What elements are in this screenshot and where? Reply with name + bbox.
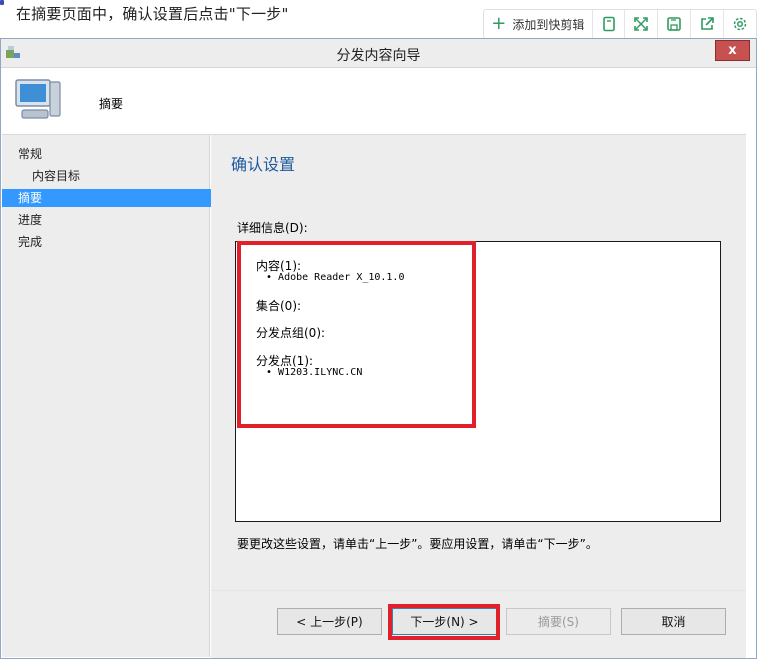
corner-marker [0,0,4,5]
hint-text: 要更改这些设置，请单击“上一步”。要应用设置，请单击“下一步”。 [237,537,598,551]
instruction-caption: 在摘要页面中，确认设置后点击"下一步" [16,5,289,23]
save-icon [667,17,682,31]
summary-button[interactable]: 摘要(S) [506,608,611,635]
cancel-button[interactable]: 取消 [621,608,726,635]
wizard-content: 确认设置 详细信息(D): 内容(1): Adobe Reader X_10.1… [211,135,746,590]
prev-button[interactable]: < 上一步(P) [277,608,382,635]
share-icon [701,17,714,30]
next-highlight-box [388,604,500,640]
settings-icon [733,17,747,31]
wizard-header: 摘要 [2,68,746,135]
highlight-box [237,241,476,428]
clip-toolbar: + 添加到快剪辑 [483,9,757,39]
page-title: 摘要 [99,97,124,111]
add-to-clip-label: 添加到快剪辑 [512,17,585,32]
computer-icon [15,79,61,119]
copy-button[interactable] [593,10,626,38]
settings-button[interactable] [724,10,756,38]
fullscreen-button[interactable] [625,10,659,38]
wizard-nav: 常规 内容目标 摘要 进度 完成 [2,135,225,657]
window-title: 分发内容向导 [336,48,421,64]
section-title: 确认设置 [231,155,296,174]
close-button[interactable]: x [715,40,750,61]
nav-item-general[interactable]: 常规 [2,145,225,163]
plus-icon: + [491,13,507,34]
add-to-clip-button[interactable]: + 添加到快剪辑 [484,10,593,38]
copy-icon [602,16,615,32]
share-button[interactable] [691,10,725,38]
title-bar[interactable]: 分发内容向导 x [1,39,756,68]
details-label: 详细信息(D): [237,221,308,235]
nav-item-completion[interactable]: 完成 [2,233,225,251]
fullscreen-icon [634,17,649,31]
distribute-content-wizard: 分发内容向导 x 摘要 常规 内容目标 摘要 进度 完成 确认设置 详细信息(D… [0,38,757,659]
nav-item-summary[interactable]: 摘要 [2,189,225,207]
wizard-footer: < 上一步(P) 下一步(N) > 摘要(S) 取消 [211,590,746,658]
nav-item-progress[interactable]: 进度 [2,211,225,229]
nav-item-content-destination[interactable]: 内容目标 [2,167,239,185]
save-button[interactable] [658,10,692,38]
